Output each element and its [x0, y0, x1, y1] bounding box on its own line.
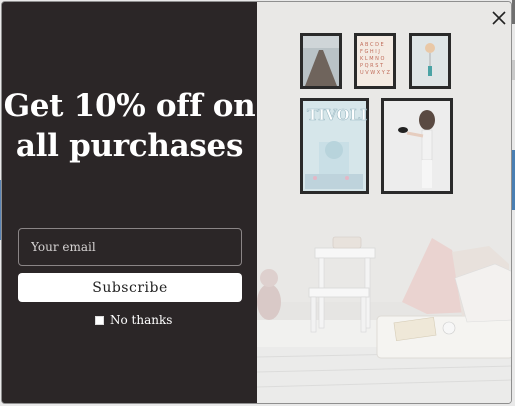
poster-tivoli-text: TIVOLI	[307, 106, 367, 124]
poster-balloon	[409, 33, 451, 89]
subscribe-button[interactable]: Subscribe	[18, 273, 242, 302]
poster-alphabet: A B C D E F G H I J K L M N O P Q R S T …	[354, 33, 396, 89]
popup-headline: Get 10% off on all purchases	[3, 88, 256, 164]
poster-tivoli: TIVOLI	[300, 98, 369, 194]
popup-form-panel: Get 10% off on all purchases Subscribe N…	[2, 2, 257, 403]
no-thanks-label: No thanks	[110, 313, 173, 327]
teddy-bear	[257, 269, 281, 320]
popup-image-panel: A B C D E F G H I J K L M N O P Q R S T …	[257, 2, 511, 403]
close-icon[interactable]	[489, 8, 509, 28]
no-thanks-checkbox[interactable]	[95, 315, 104, 325]
email-input[interactable]	[18, 228, 242, 266]
newsletter-popup: Get 10% off on all purchases Subscribe N…	[1, 1, 512, 404]
room-photo: A B C D E F G H I J K L M N O P Q R S T …	[257, 2, 511, 403]
poster-pier	[300, 33, 342, 89]
no-thanks-option[interactable]: No thanks	[95, 312, 172, 328]
poster-girl-bird	[381, 98, 453, 194]
